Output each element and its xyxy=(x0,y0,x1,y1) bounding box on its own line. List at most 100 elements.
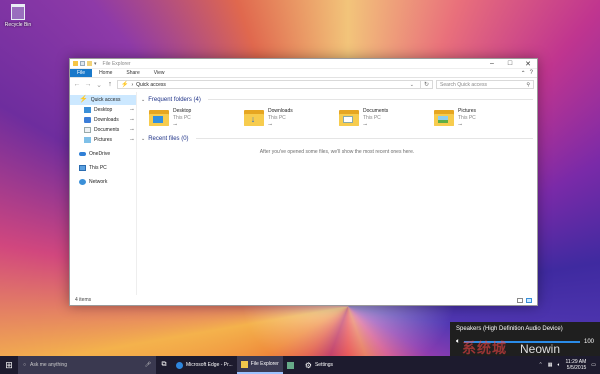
taskbar-app-file-explorer[interactable]: File Explorer xyxy=(236,356,283,374)
pictures-icon xyxy=(84,137,91,143)
taskbar-app-store[interactable] xyxy=(283,356,301,374)
nav-label: This PC xyxy=(89,165,107,171)
close-button[interactable]: ✕ xyxy=(519,59,537,69)
pin-icon: ⊸ xyxy=(458,122,463,128)
pin-icon: ⊸ xyxy=(173,122,178,128)
forward-arrow-icon[interactable]: → xyxy=(84,81,92,88)
folder-location: This PC xyxy=(363,115,381,121)
address-bar[interactable]: ⚡ › Quick access ⌄ ↻ xyxy=(117,80,433,89)
watermark-cn: 系统城 xyxy=(462,340,507,356)
recent-files-header[interactable]: ⌄ Recent files (0) xyxy=(141,134,533,143)
folder-tile-desktop[interactable]: Desktop This PC ⊸ xyxy=(149,108,244,128)
properties-icon[interactable] xyxy=(80,61,85,66)
nav-item-desktop[interactable]: Desktop ⊸ xyxy=(70,105,136,115)
address-location[interactable]: Quick access xyxy=(136,82,166,88)
search-icon: ⚲ xyxy=(526,81,530,88)
folder-location: This PC xyxy=(458,115,476,121)
speaker-icon[interactable]: 🔈︎ xyxy=(557,362,560,368)
nav-item-pictures[interactable]: Pictures ⊸ xyxy=(70,135,136,145)
documents-folder-icon xyxy=(339,110,359,126)
microphone-icon[interactable]: 🎤︎ xyxy=(145,362,151,368)
pin-icon: ⊸ xyxy=(129,127,134,133)
cortana-circle-icon: ○ xyxy=(23,362,27,368)
chevron-up-icon[interactable]: ⌃ xyxy=(539,362,543,368)
folder-location: This PC xyxy=(268,115,286,121)
edge-icon xyxy=(176,361,183,369)
expand-ribbon-chevron-icon[interactable]: ⌃ xyxy=(521,70,526,77)
nav-item-network[interactable]: Network xyxy=(70,177,136,187)
back-arrow-icon[interactable]: ← xyxy=(73,81,81,88)
folder-meta: Pictures This PC ⊸ xyxy=(458,108,476,128)
folder-meta: Downloads This PC ⊸ xyxy=(268,108,293,128)
pin-icon: ⊸ xyxy=(129,107,134,113)
maximize-button[interactable]: □ xyxy=(501,59,519,69)
new-folder-icon[interactable] xyxy=(87,61,92,66)
taskbar-app-label: Microsoft Edge - Pr... xyxy=(186,362,233,368)
group-title: Recent files (0) xyxy=(148,135,189,142)
file-explorer-icon xyxy=(240,360,248,368)
tab-file[interactable]: File xyxy=(70,69,93,77)
large-icons-view-icon[interactable] xyxy=(526,297,532,303)
tab-view[interactable]: View xyxy=(147,69,172,77)
refresh-icon[interactable]: ↻ xyxy=(419,81,432,88)
folder-name: Downloads xyxy=(268,108,293,114)
nav-item-downloads[interactable]: Downloads ⊸ xyxy=(70,115,136,125)
tab-share[interactable]: Share xyxy=(119,69,146,77)
address-history-chevron-icon[interactable]: ⌄ xyxy=(407,82,417,88)
content-pane: ⌄ Frequent folders (4) Desktop This PC ⊸ xyxy=(137,92,537,295)
computer-icon xyxy=(79,165,86,171)
pin-icon: ⊸ xyxy=(129,117,134,123)
search-placeholder: Ask me anything xyxy=(30,362,67,368)
store-bag-icon xyxy=(286,361,294,369)
tab-home[interactable]: Home xyxy=(92,69,119,77)
taskbar-app-edge[interactable]: Microsoft Edge - Pr... xyxy=(172,356,237,374)
action-center-icon[interactable]: ▭ xyxy=(591,362,596,368)
network-icon xyxy=(79,179,86,185)
recycle-bin-shortcut[interactable]: Recycle Bin xyxy=(2,4,34,28)
details-view-icon[interactable] xyxy=(517,297,523,303)
nav-item-onedrive[interactable]: OneDrive xyxy=(70,149,136,159)
folder-tile-pictures[interactable]: Pictures This PC ⊸ xyxy=(434,108,529,128)
collapse-chevron-icon[interactable]: ⌄ xyxy=(141,136,145,142)
nav-item-this-pc[interactable]: This PC xyxy=(70,163,136,173)
view-switcher xyxy=(517,297,532,303)
recycle-bin-label: Recycle Bin xyxy=(4,22,32,28)
taskbar: ⊞ ○ Ask me anything 🎤︎ ⧉ Microsoft Edge … xyxy=(0,356,600,374)
downloads-icon xyxy=(84,117,91,123)
group-divider xyxy=(195,138,533,139)
recent-files-empty-message: After you've opened some files, we'll sh… xyxy=(259,149,415,155)
customize-toolbar-chevron-icon[interactable]: ▾ xyxy=(94,61,97,67)
cortana-search-box[interactable]: ○ Ask me anything 🎤︎ xyxy=(18,356,156,374)
minimize-button[interactable]: – xyxy=(483,59,501,69)
folder-name: Desktop xyxy=(173,108,192,114)
nav-label: OneDrive xyxy=(89,151,111,157)
frequent-folders-header[interactable]: ⌄ Frequent folders (4) xyxy=(141,95,533,104)
window-controls: – □ ✕ xyxy=(483,59,537,69)
desktop-icon xyxy=(84,107,91,113)
group-divider xyxy=(207,99,533,100)
folder-location: This PC xyxy=(173,115,191,121)
network-icon[interactable]: ▦ xyxy=(548,362,553,368)
nav-item-quick-access[interactable]: ⚡ Quick access xyxy=(70,95,136,105)
search-box[interactable]: Search Quick access ⚲ xyxy=(436,80,534,89)
clock[interactable]: 11:29 AM 5/5/2015 xyxy=(566,359,587,371)
taskbar-app-settings[interactable]: ⚙ Settings xyxy=(301,356,337,374)
start-windows-icon[interactable]: ⊞ xyxy=(0,356,18,374)
speaker-icon[interactable]: 🔈︎ xyxy=(456,338,460,346)
task-view-icon[interactable]: ⧉ xyxy=(156,361,172,369)
clock-date: 5/5/2015 xyxy=(566,365,587,371)
title-bar[interactable]: ▾ File Explorer – □ ✕ xyxy=(70,59,537,69)
system-tray: ⌃ ▦ 🔈︎ 11:29 AM 5/5/2015 ▭ xyxy=(539,359,600,371)
audio-device-name[interactable]: Speakers (High Definition Audio Device) xyxy=(456,326,594,332)
up-arrow-icon[interactable]: ↑ xyxy=(106,81,114,88)
collapse-chevron-icon[interactable]: ⌄ xyxy=(141,97,145,103)
window-title: File Explorer xyxy=(102,60,131,67)
help-icon[interactable]: ? xyxy=(530,70,533,76)
folder-tile-documents[interactable]: Documents This PC ⊸ xyxy=(339,108,434,128)
ribbon-right: ⌃ ? xyxy=(521,69,537,77)
folder-tile-downloads[interactable]: ↓ Downloads This PC ⊸ xyxy=(244,108,339,128)
desktop-folder-icon xyxy=(149,110,169,126)
nav-item-documents[interactable]: Documents ⊸ xyxy=(70,125,136,135)
folder-icon xyxy=(73,61,78,66)
recent-locations-chevron-icon[interactable]: ⌄ xyxy=(95,81,103,89)
